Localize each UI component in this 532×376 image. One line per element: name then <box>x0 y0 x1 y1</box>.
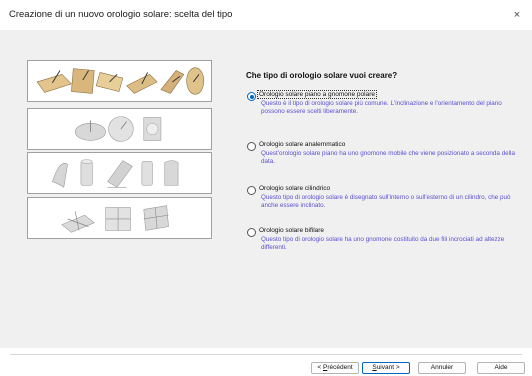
planar-sundial-thumbnails <box>36 67 205 95</box>
close-button[interactable]: × <box>506 4 528 26</box>
radio-analemmatic[interactable] <box>247 142 256 151</box>
help-button[interactable]: Aide <box>477 362 525 374</box>
thumbnail-cylindrical[interactable] <box>27 152 212 194</box>
radio-cylindrical[interactable] <box>247 186 256 195</box>
next-button[interactable]: Suivant > <box>362 362 410 374</box>
thumbnail-bifilar[interactable] <box>27 197 212 239</box>
thumbnail-analemmatic[interactable] <box>27 108 212 150</box>
footer-divider <box>10 354 522 355</box>
dialog-content: Che tipo di orologio solare vuoi creare?… <box>0 30 532 348</box>
previous-button[interactable]: < Précédent <box>311 362 359 374</box>
option-label-analemmatic[interactable]: Orologio solare analemmatico <box>258 141 346 148</box>
thumbnail-planar[interactable] <box>27 60 212 102</box>
close-icon: × <box>513 9 521 21</box>
window-title: Creazione di un nuovo orologio solare: s… <box>9 9 233 20</box>
cancel-button[interactable]: Annuler <box>418 362 466 374</box>
option-description-planar: Questo è il tipo di orologio solare più … <box>261 100 502 116</box>
question-heading: Che tipo di orologio solare vuoi creare? <box>246 71 398 80</box>
option-description-cylindrical: Questo tipo di orologio solare è disegna… <box>261 194 511 210</box>
option-description-analemmatic: Quest'orologio solare piano ha uno gnomo… <box>261 150 515 166</box>
cylindrical-sundial-thumbnails <box>51 159 179 188</box>
title-bar: Creazione di un nuovo orologio solare: s… <box>0 0 532 30</box>
option-label-planar[interactable]: Orologio solare piano a gnomone polare <box>257 90 377 99</box>
option-label-bifilar[interactable]: Orologio solare bifilare <box>258 227 325 234</box>
analemmatic-sundial-thumbnails <box>74 116 162 142</box>
radio-bifilar[interactable] <box>247 228 256 237</box>
radio-planar[interactable] <box>247 92 256 101</box>
option-description-bifilar: Questo tipo di orologio solare ha uno gn… <box>261 236 505 252</box>
option-label-cylindrical[interactable]: Orologio solare cilindrico <box>258 185 331 192</box>
bifilar-sundial-thumbnails <box>61 205 169 233</box>
